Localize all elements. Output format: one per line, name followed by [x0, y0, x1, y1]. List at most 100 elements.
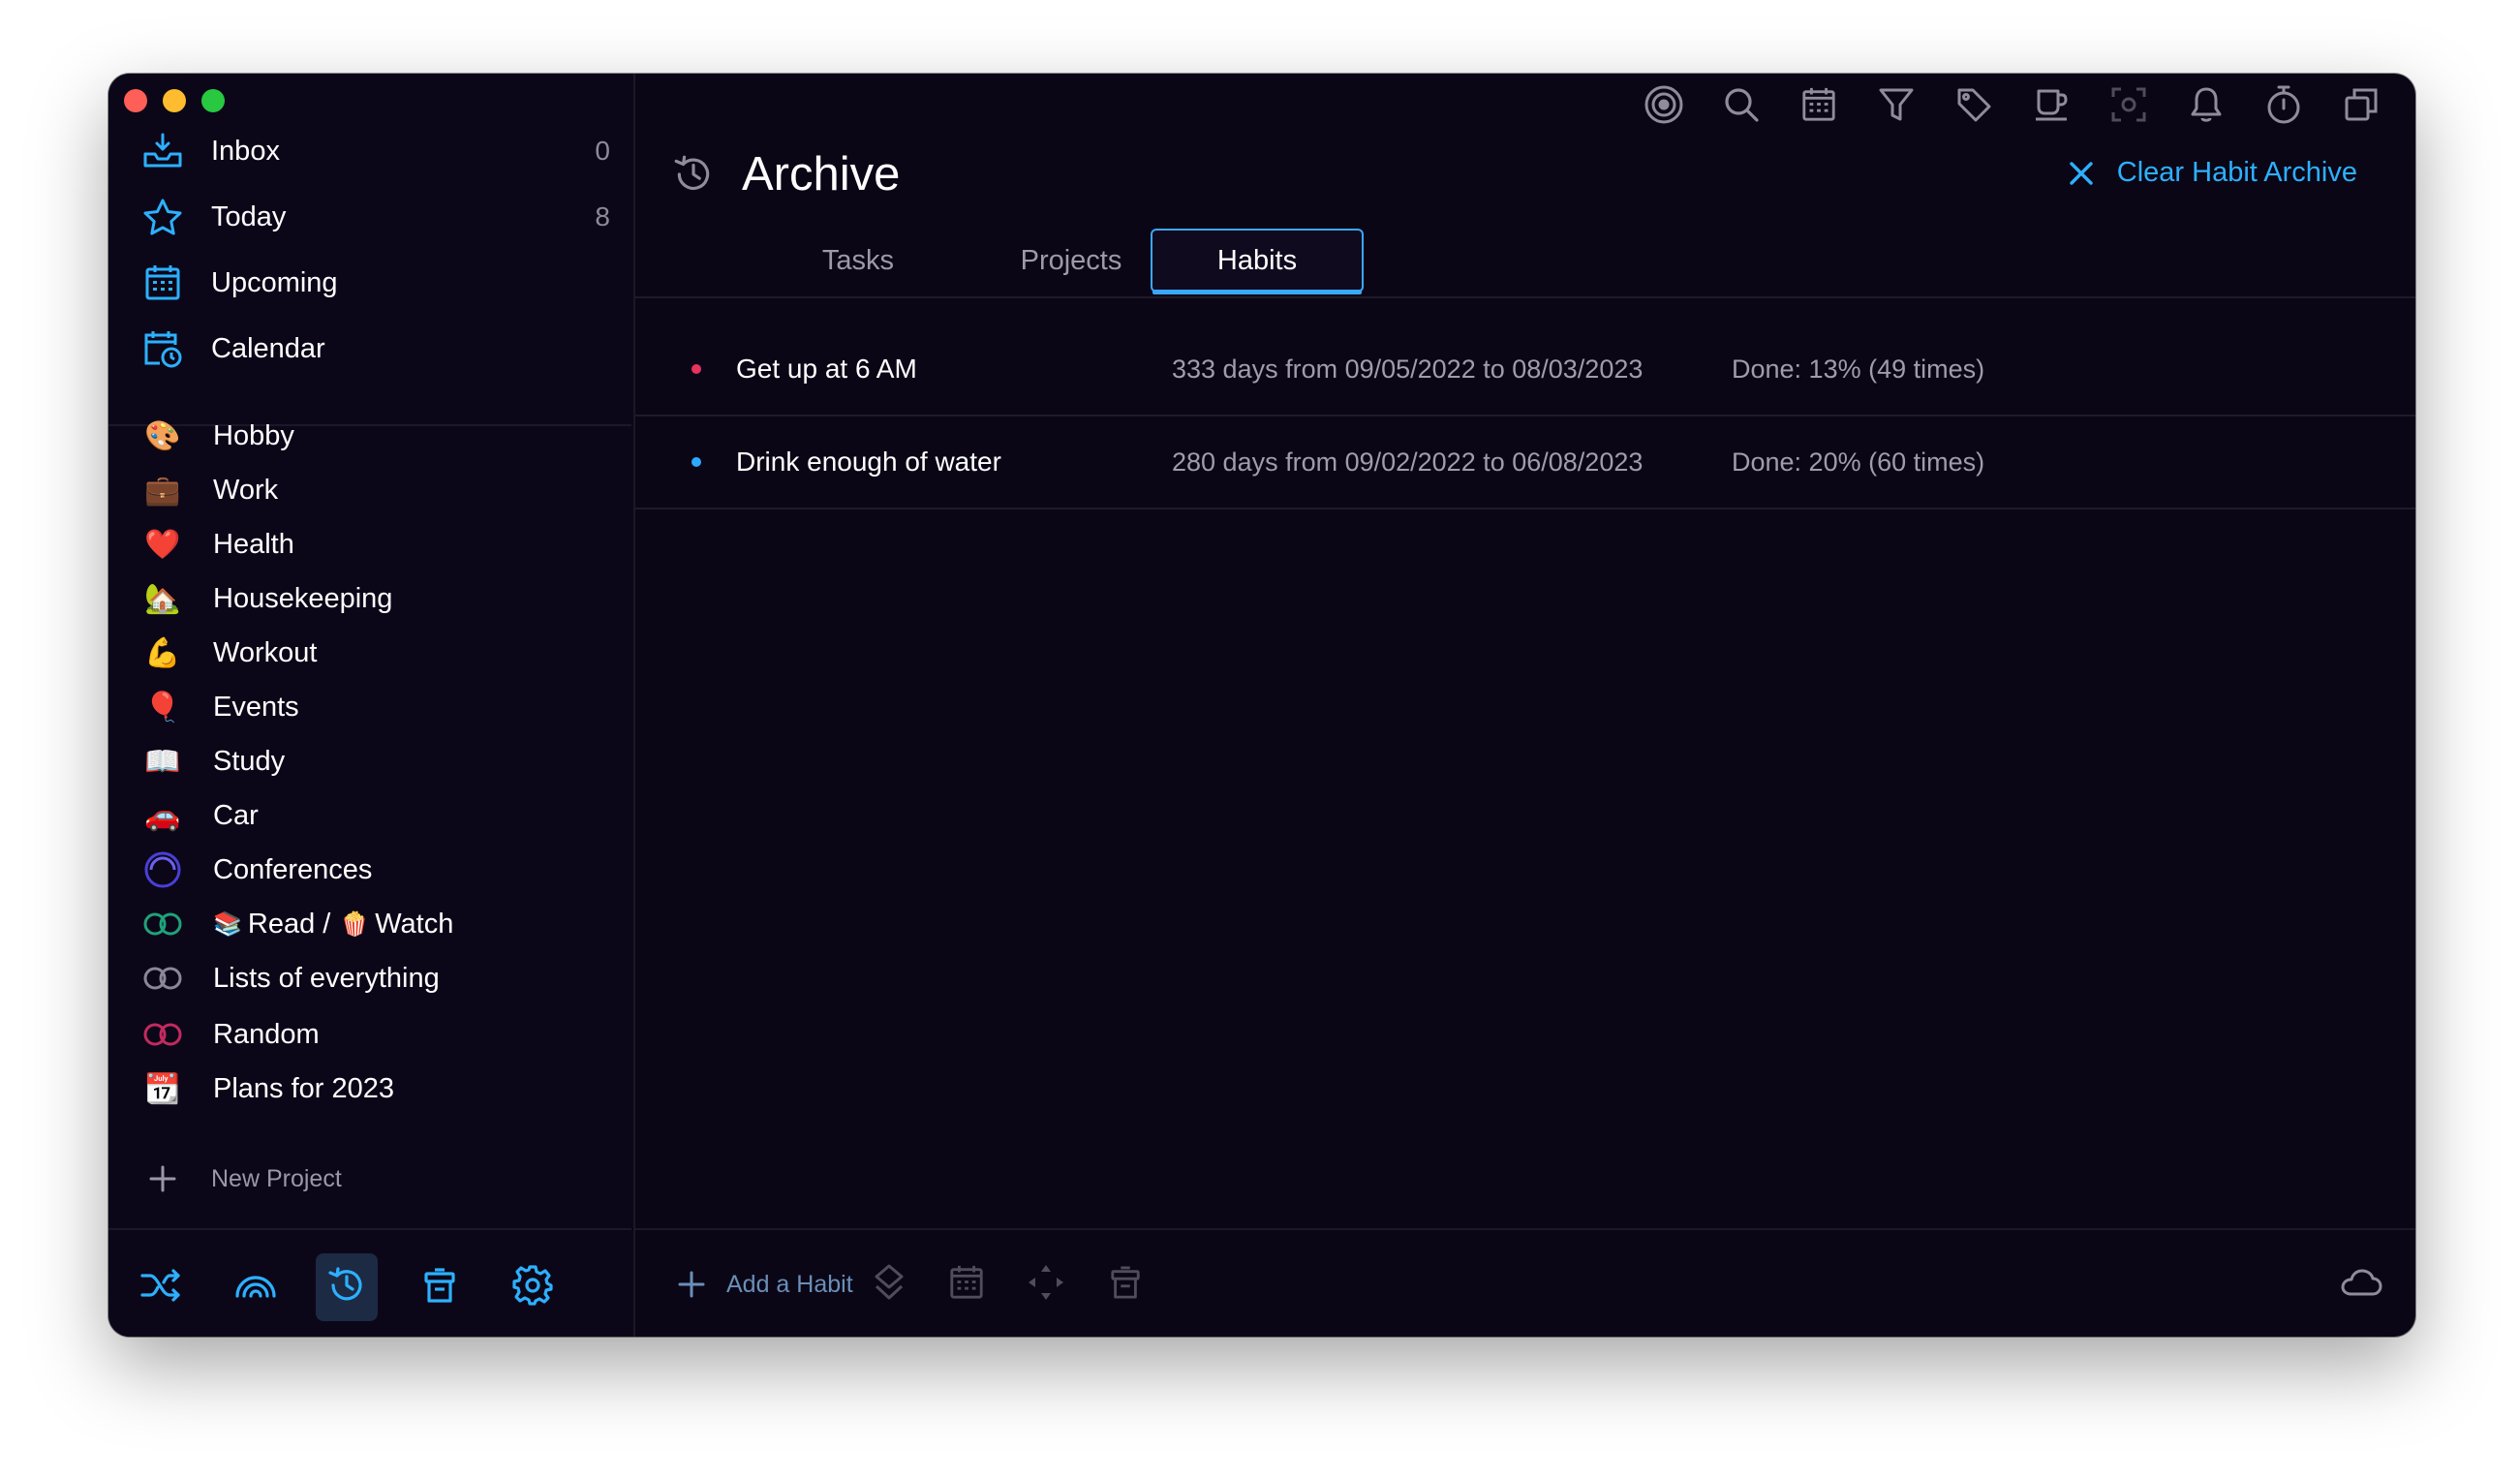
move-button[interactable] [868, 1263, 910, 1306]
heart-icon: ❤️ [144, 528, 181, 561]
table-row[interactable]: Get up at 6 AM 333 days from 09/05/2022 … [635, 324, 2415, 416]
habit-color-dot [691, 364, 701, 374]
car-icon: 🚗 [144, 799, 181, 832]
sidebar-project-car[interactable]: 🚗 Car [141, 790, 616, 841]
plus-icon [141, 1157, 184, 1200]
project-label: Plans for 2023 [213, 1072, 395, 1104]
sidebar-project-health[interactable]: ❤️ Health [141, 519, 616, 570]
bell-icon [2188, 85, 2225, 129]
sidebar-item-label: Calendar [211, 332, 325, 364]
logbook-button[interactable] [225, 1253, 287, 1321]
flexed-biceps-icon: 💪 [144, 636, 181, 669]
gear-icon [512, 1264, 553, 1310]
close-window-button[interactable] [124, 89, 147, 112]
focus-button[interactable] [1643, 85, 1685, 128]
project-label: Workout [213, 636, 318, 668]
project-label: Housekeeping [213, 582, 393, 614]
search-button[interactable] [1720, 85, 1763, 128]
linked-rings-green-icon [141, 903, 184, 945]
calendar-clock-icon [141, 327, 184, 370]
window-controls [124, 89, 225, 112]
calendar-grid-icon [1800, 86, 1837, 128]
sidebar-project-read-watch[interactable]: 📚 Read / 🍿 Watch [141, 899, 616, 949]
archive-button[interactable] [316, 1253, 378, 1321]
sidebar-project-workout[interactable]: 💪 Workout [141, 628, 616, 678]
tags-button[interactable] [1952, 85, 1995, 128]
sidebar-item-today[interactable]: Today 8 [141, 188, 616, 246]
history-icon [326, 1265, 367, 1310]
calendar-grid-icon [141, 262, 184, 304]
clear-habit-archive-button[interactable]: Clear Habit Archive [2067, 157, 2357, 189]
project-label: Events [213, 691, 299, 723]
sync-button[interactable] [2340, 1263, 2382, 1306]
main-panel: Archive Clear Habit Archive Tasks Projec… [635, 74, 2415, 1337]
inbox-count: 0 [595, 136, 610, 166]
arrows-expand-icon [1027, 1263, 1065, 1307]
sidebar-project-conferences[interactable]: Conferences [141, 845, 616, 895]
new-project-button[interactable]: New Project [141, 1155, 342, 1203]
habit-done: Done: 13% (49 times) [1732, 354, 1985, 384]
table-row[interactable]: Drink enough of water 280 days from 09/0… [635, 416, 2415, 509]
top-toolbar [1643, 85, 2382, 128]
sidebar-bottom-bar [108, 1228, 631, 1337]
house-icon: 🏡 [144, 582, 181, 615]
sidebar-project-plans-2023[interactable]: 📆 Plans for 2023 [141, 1064, 616, 1114]
page-title: Archive [742, 148, 901, 200]
project-label: Car [213, 799, 259, 831]
filter-button[interactable] [1875, 85, 1918, 128]
notifications-button[interactable] [2185, 85, 2228, 128]
sidebar-project-study[interactable]: 📖 Study [141, 736, 616, 786]
shuffle-button[interactable] [130, 1253, 192, 1321]
tab-habits[interactable]: Habits [1151, 229, 1364, 294]
project-label: Lists of everything [213, 962, 440, 994]
today-count: 8 [595, 201, 610, 231]
habits-button[interactable] [2030, 85, 2073, 128]
sidebar-project-random[interactable]: Random [141, 1009, 616, 1060]
cup-icon [2033, 86, 2070, 128]
sidebar-project-hobby[interactable]: 🎨 Hobby [141, 411, 616, 461]
tab-tasks[interactable]: Tasks [752, 229, 965, 293]
close-icon [2067, 159, 2096, 188]
balloon-icon: 🎈 [144, 691, 181, 724]
plus-icon [674, 1267, 709, 1302]
sidebar-item-inbox[interactable]: Inbox 0 [141, 122, 616, 180]
trash-icon [422, 1266, 457, 1310]
page-header: Archive [670, 147, 900, 201]
zoom-window-button[interactable] [201, 89, 225, 112]
circle-ring-icon [141, 848, 184, 891]
sidebar-project-lists-of-everything[interactable]: Lists of everything [141, 953, 616, 1003]
sidebar-project-work[interactable]: 💼 Work [141, 465, 616, 515]
calendar-button[interactable] [1798, 85, 1840, 128]
books-icon: 📚 [213, 910, 242, 938]
trash-icon [1109, 1264, 1142, 1306]
sidebar-item-label: Upcoming [211, 266, 338, 298]
sidebar-item-upcoming[interactable]: Upcoming [141, 254, 616, 312]
linked-rings-gray-icon [141, 957, 184, 1000]
habit-done: Done: 20% (60 times) [1732, 447, 1985, 477]
project-label: Study [213, 745, 286, 777]
sidebar-item-label: Inbox [211, 135, 280, 167]
popcorn-icon: 🍿 [340, 910, 370, 938]
trash-button[interactable] [409, 1253, 471, 1321]
sidebar-project-housekeeping[interactable]: 🏡 Housekeeping [141, 573, 616, 624]
tab-projects[interactable]: Projects [965, 229, 1178, 293]
expand-button[interactable] [1025, 1263, 1067, 1306]
windows-button[interactable] [2340, 85, 2382, 128]
add-habit-label: Add a Habit [726, 1270, 853, 1298]
open-book-icon: 📖 [144, 745, 181, 778]
project-label: Read / [247, 908, 331, 940]
target-icon [1644, 84, 1684, 130]
delete-button[interactable] [1104, 1263, 1147, 1306]
sidebar-project-events[interactable]: 🎈 Events [141, 682, 616, 732]
timer-button[interactable] [2262, 85, 2305, 128]
bottom-toolbar: Add a Habit [635, 1228, 2415, 1337]
sidebar-item-calendar[interactable]: Calendar [141, 320, 616, 378]
add-habit-button[interactable]: Add a Habit [674, 1267, 853, 1302]
minimize-window-button[interactable] [163, 89, 186, 112]
project-label: Watch [375, 908, 454, 940]
clear-habit-archive-label: Clear Habit Archive [2116, 157, 2357, 188]
screen-capture-button[interactable] [2107, 85, 2150, 128]
schedule-button[interactable] [945, 1263, 988, 1306]
shuffle-icon [139, 1266, 182, 1310]
settings-button[interactable] [502, 1253, 564, 1321]
